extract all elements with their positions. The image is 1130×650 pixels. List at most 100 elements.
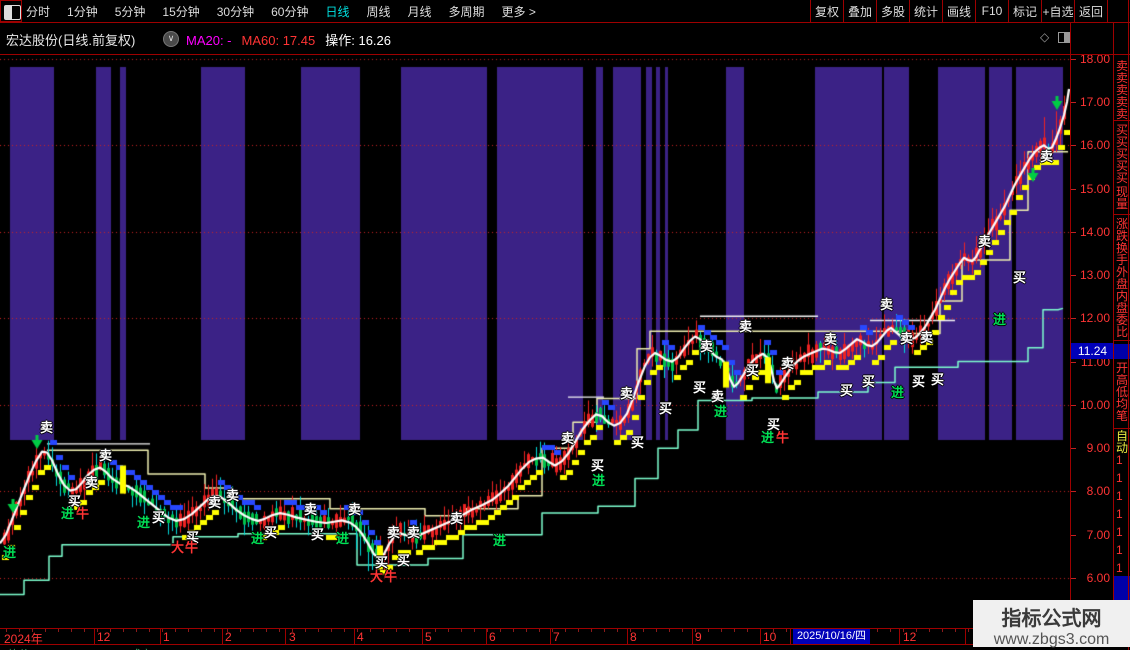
x-minor-tick xyxy=(955,629,956,632)
period-tab-2[interactable]: 5分钟 xyxy=(115,3,146,20)
indicator-value-2: 操作: 16.26 xyxy=(325,33,391,48)
y-axis-label: 9.00 xyxy=(1086,441,1110,456)
x-minor-tick xyxy=(448,629,449,632)
signal-marker: 买 xyxy=(311,527,325,542)
signal-marker: 卖 xyxy=(226,488,240,503)
signal-marker: 买 xyxy=(264,525,278,540)
y-axis-label: 8.00 xyxy=(1086,484,1110,499)
period-tab-10[interactable]: 更多 > xyxy=(502,3,536,20)
chart-area: 进卖卖卖买进牛进买买大牛卖卖进买卖买进卖买大牛卖卖买卖进卖买进卖买买买卖进买进牛… xyxy=(0,55,1070,628)
period-tabs: 分时 1分钟 5分钟 15分钟 30分钟 60分钟 日线 周线 月线 多周期 更多 > xyxy=(26,0,536,22)
x-minor-tick xyxy=(526,629,527,632)
month-separator xyxy=(354,629,355,644)
x-minor-tick xyxy=(968,629,969,632)
indicator-values: MA20: - MA60: 17.45 操作: 16.26 xyxy=(186,30,401,49)
diamond-icon[interactable]: ◇ xyxy=(1040,30,1049,44)
month-separator xyxy=(899,629,900,644)
signal-marker: 卖 xyxy=(700,339,714,354)
x-minor-tick xyxy=(747,629,748,632)
x-minor-tick xyxy=(71,629,72,632)
signal-marker: 进 xyxy=(891,385,905,400)
signal-marker: 买 xyxy=(631,435,645,450)
x-axis-label: 1 xyxy=(163,630,170,644)
signal-marker: 卖 xyxy=(824,332,838,347)
window-layout-cell xyxy=(0,0,22,22)
signal-marker: 卖 xyxy=(561,431,575,446)
period-tab-5[interactable]: 60分钟 xyxy=(271,3,308,20)
x-minor-tick xyxy=(708,629,709,632)
x-minor-tick xyxy=(682,629,683,632)
signal-marker: 进 xyxy=(251,531,265,546)
y-tick xyxy=(1071,188,1076,190)
toolbar-button-3[interactable]: 统计 xyxy=(909,0,942,22)
toolbar-button-4[interactable]: 画线 xyxy=(942,0,975,22)
x-minor-tick xyxy=(45,629,46,632)
signal-marker: 卖 xyxy=(711,389,725,404)
x-minor-tick xyxy=(643,629,644,632)
signal-marker: 进 xyxy=(493,533,507,548)
y-tick xyxy=(1071,145,1076,147)
toolbar-button-1[interactable]: 叠加 xyxy=(843,0,876,22)
site-watermark: 指标公式网 www.zbgs3.com xyxy=(973,600,1130,648)
x-minor-tick xyxy=(240,629,241,632)
signal-marker: 进 xyxy=(761,430,775,445)
cropped-text-fragment: 成交 xyxy=(130,646,152,650)
signal-marker: 进 xyxy=(61,506,75,521)
period-tab-7[interactable]: 周线 xyxy=(366,3,390,20)
month-separator xyxy=(160,629,161,644)
period-tab-4[interactable]: 30分钟 xyxy=(217,3,254,20)
signal-marker: 卖 xyxy=(1040,149,1054,164)
month-separator xyxy=(790,629,791,644)
period-tab-3[interactable]: 15分钟 xyxy=(162,3,199,20)
x-minor-tick xyxy=(474,629,475,632)
signal-marker: 买 xyxy=(931,372,945,387)
x-minor-tick xyxy=(617,629,618,632)
period-tab-1[interactable]: 1分钟 xyxy=(67,3,98,20)
period-tab-0[interactable]: 分时 xyxy=(26,3,50,20)
toolbar-button-2[interactable]: 多股 xyxy=(876,0,909,22)
signal-marker: 卖 xyxy=(99,448,113,463)
signal-marker: 买 xyxy=(1013,270,1027,285)
month-separator xyxy=(692,629,693,644)
toolbar-button-7[interactable]: +自选 xyxy=(1041,0,1074,22)
y-tick xyxy=(1071,58,1076,60)
chevron-down-circle-icon[interactable]: ∨ xyxy=(163,31,179,47)
y-axis-label: 13.00 xyxy=(1079,268,1110,283)
y-axis-label: 14.00 xyxy=(1079,224,1110,239)
window-layout-icon[interactable] xyxy=(4,5,21,20)
x-minor-tick xyxy=(279,629,280,632)
x-axis-label: 12 xyxy=(903,630,917,644)
x-minor-tick xyxy=(942,629,943,632)
signal-marker: 进 xyxy=(3,545,17,560)
x-minor-tick xyxy=(253,629,254,632)
month-separator xyxy=(486,629,487,644)
signal-marker: 牛 xyxy=(776,430,790,445)
watermark-title: 指标公式网 xyxy=(1001,608,1102,630)
period-tab-6[interactable]: 日线 xyxy=(325,3,349,20)
x-minor-tick xyxy=(396,629,397,632)
signal-marker: 大 xyxy=(370,569,384,584)
signal-marker: 卖 xyxy=(620,386,634,401)
x-axis-label: 9 xyxy=(695,630,702,644)
period-tab-9[interactable]: 多周期 xyxy=(449,3,485,20)
signal-marker: 买 xyxy=(152,510,166,525)
y-tick xyxy=(1071,577,1076,579)
chart-title-bar: 宏达股份(日线.前复权) ∨ MA20: - MA60: 17.45 操作: 16.… xyxy=(0,22,1130,55)
signal-marker: 卖 xyxy=(880,297,894,312)
toolbar-button-0[interactable]: 复权 xyxy=(810,0,843,22)
period-tab-8[interactable]: 月线 xyxy=(408,3,432,20)
signal-marker: 进 xyxy=(714,404,728,419)
x-minor-tick xyxy=(500,629,501,632)
x-axis-label: 2 xyxy=(225,630,232,644)
month-separator xyxy=(222,629,223,644)
signal-marker: 买 xyxy=(862,374,876,389)
toolbar-button-8[interactable]: 返回 xyxy=(1074,0,1108,22)
signal-marker: 卖 xyxy=(40,420,54,435)
y-tick xyxy=(1071,102,1076,103)
x-minor-tick xyxy=(58,629,59,632)
toolbar-button-5[interactable]: F10 xyxy=(975,0,1008,22)
indicator-value-1: MA60: 17.45 xyxy=(241,33,316,48)
toolbar-button-6[interactable]: 标记 xyxy=(1008,0,1041,22)
month-separator xyxy=(627,629,628,644)
x-axis-label: 10 xyxy=(763,630,777,644)
